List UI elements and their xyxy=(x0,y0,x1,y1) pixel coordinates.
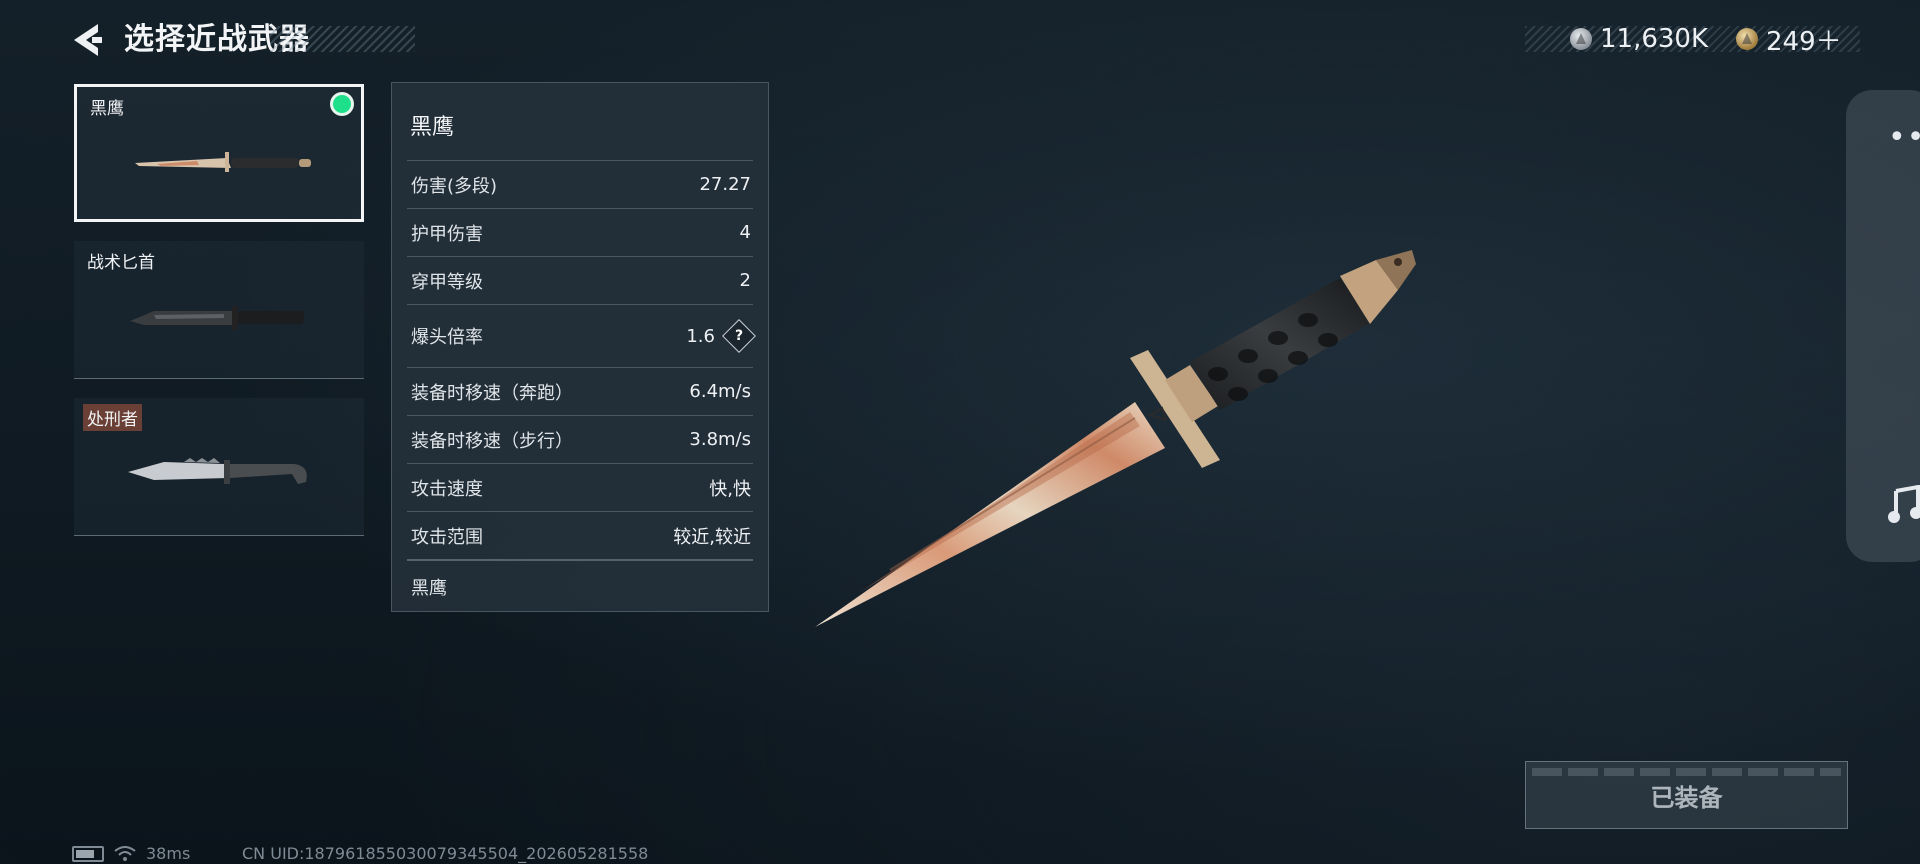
stat-label: 穿甲等级 xyxy=(411,271,483,293)
stat-label: 装备时移速（步行） xyxy=(411,430,573,452)
weapon-card-heiying[interactable]: 黑鹰 xyxy=(74,84,364,222)
knife-thumbnail xyxy=(130,306,304,330)
stat-value: 6.4m/s xyxy=(689,381,751,402)
music-icon xyxy=(1888,485,1920,523)
title-decoration xyxy=(270,26,415,52)
stat-row-attack-range: 攻击范围 较近,较近 xyxy=(407,511,753,559)
stat-row-penetration: 穿甲等级 2 xyxy=(407,256,753,304)
stats-footer: 黑鹰 xyxy=(407,559,753,613)
battery-icon xyxy=(72,845,104,862)
stat-value: 较近,较近 xyxy=(673,526,751,548)
weapon-card-tactical-dagger[interactable]: 战术匕首 xyxy=(74,241,364,379)
status-bar: 38ms xyxy=(72,844,190,863)
weapon-name: 战术匕首 xyxy=(87,253,155,273)
equip-button-label: 已装备 xyxy=(1650,783,1723,812)
stats-title: 黑鹰 xyxy=(410,115,455,140)
wifi-icon xyxy=(114,845,136,861)
back-button[interactable] xyxy=(68,20,108,60)
stat-value: 3.8m/s xyxy=(689,429,751,450)
knife-thumbnail xyxy=(128,458,307,484)
equip-button[interactable]: 已装备 xyxy=(1525,761,1848,829)
more-dots-icon: •• xyxy=(1888,120,1920,155)
stat-row-attack-speed: 攻击速度 快,快 xyxy=(407,463,753,511)
weapon-name: 黑鹰 xyxy=(90,99,124,119)
stat-value: 27.27 xyxy=(699,174,751,195)
stat-label: 装备时移速（奔跑） xyxy=(411,382,573,404)
knife-preview[interactable] xyxy=(800,240,1480,660)
stat-label: 护甲伤害 xyxy=(411,223,483,245)
stat-value: 2 xyxy=(739,270,751,291)
stats-panel: 黑鹰 伤害(多段) 27.27 护甲伤害 4 穿甲等级 2 爆头倍率 1.6 ?… xyxy=(391,82,769,612)
stat-row-armor-damage: 护甲伤害 4 xyxy=(407,208,753,256)
card-divider xyxy=(74,378,364,379)
silver-amount: 11,630K xyxy=(1600,24,1709,54)
gold-currency[interactable]: 249＋ xyxy=(1736,22,1842,57)
stat-value: 快,快 xyxy=(709,478,751,500)
gold-coin-icon xyxy=(1736,28,1758,50)
stat-row-walk-speed: 装备时移速（步行） 3.8m/s xyxy=(407,415,753,463)
knife-thumbnail xyxy=(135,152,311,172)
stat-row-run-speed: 装备时移速（奔跑） 6.4m/s xyxy=(407,367,753,415)
gold-amount: 249＋ xyxy=(1766,26,1842,57)
uid-text: CN UID:187961855030079345504_20260528155… xyxy=(242,844,649,863)
stat-label: 伤害(多段) xyxy=(411,175,498,197)
back-arrow-icon xyxy=(74,24,102,56)
silver-coin-icon xyxy=(1570,28,1592,50)
side-drawer[interactable]: •• xyxy=(1846,90,1920,562)
stats-list: 伤害(多段) 27.27 护甲伤害 4 穿甲等级 2 爆头倍率 1.6 ? 装备… xyxy=(407,160,756,613)
weapon-name: 处刑者 xyxy=(83,404,142,431)
stat-label: 攻击范围 xyxy=(411,526,483,548)
stat-row-damage: 伤害(多段) 27.27 xyxy=(407,160,753,208)
stat-label: 攻击速度 xyxy=(411,478,483,500)
silver-currency: 11,630K xyxy=(1570,22,1708,56)
ping-text: 38ms xyxy=(146,844,191,863)
equipped-indicator xyxy=(333,95,351,113)
help-icon[interactable]: ? xyxy=(722,319,756,353)
stat-value: 4 xyxy=(739,222,751,243)
stat-row-headshot: 爆头倍率 1.6 ? xyxy=(407,304,756,367)
card-divider xyxy=(74,535,364,536)
stat-label: 爆头倍率 xyxy=(411,327,483,348)
weapon-card-executioner[interactable]: 处刑者 xyxy=(74,398,364,536)
stat-value: 1.6 xyxy=(686,325,715,347)
